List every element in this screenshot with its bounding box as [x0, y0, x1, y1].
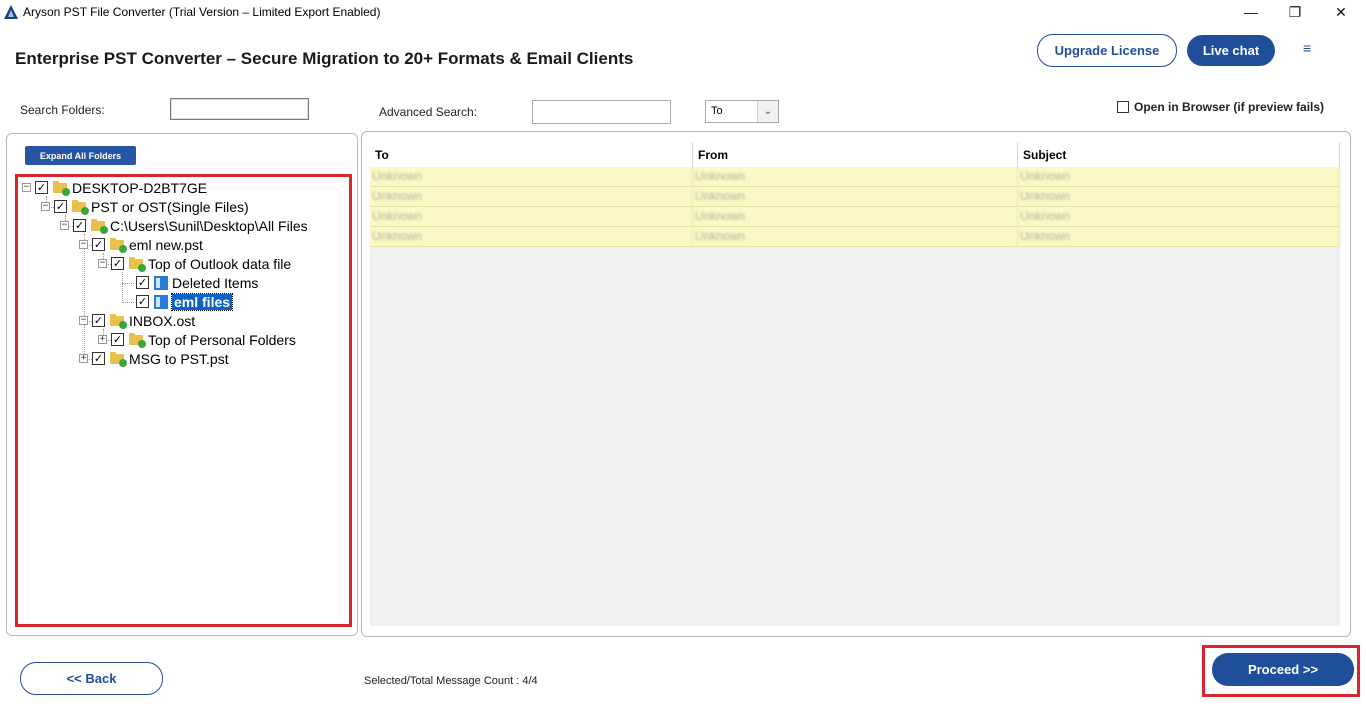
table-row[interactable]: Unknown Unknown Unknown [370, 167, 1340, 187]
menu-icon[interactable]: ≡ [1303, 40, 1311, 56]
cell-from: Unknown [693, 167, 1018, 186]
cell-subject: Unknown [1018, 167, 1340, 186]
window-title: Aryson PST File Converter (Trial Version… [23, 5, 381, 19]
tree-node[interactable]: − ✓ C:\Users\Sunil\Desktop\All Files [60, 216, 308, 235]
search-field-value: To [711, 105, 723, 117]
open-in-browser-label: Open in Browser (if preview fails) [1134, 100, 1325, 114]
collapse-icon[interactable]: − [60, 221, 69, 230]
grid-header: To From Subject [370, 142, 1340, 168]
tree-node-label: eml files [170, 292, 234, 311]
tree-node-label: INBOX.ost [129, 312, 196, 329]
cell-subject: Unknown [1018, 227, 1340, 246]
close-button[interactable]: ✕ [1318, 0, 1364, 24]
folder-icon [91, 219, 108, 234]
cell-to: Unknown [370, 167, 693, 186]
tree-node[interactable]: − ✓ PST or OST(Single Files) [41, 197, 249, 216]
tree-node-selected[interactable]: ✓ eml files [136, 292, 234, 311]
tree-node[interactable]: + ✓ Top of Personal Folders [98, 330, 296, 349]
checkbox-checked[interactable]: ✓ [111, 333, 124, 346]
page-title: Enterprise PST Converter – Secure Migrat… [15, 49, 634, 68]
search-field-select[interactable]: To ⌄ [705, 100, 779, 123]
expand-all-folders-button[interactable]: Expand All Folders [25, 146, 136, 165]
collapse-icon[interactable]: − [98, 259, 107, 268]
proceed-button[interactable]: Proceed >> [1212, 653, 1354, 686]
tree-node-label: Deleted Items [172, 274, 259, 291]
checkbox-checked[interactable]: ✓ [54, 200, 67, 213]
tree-node-label: PST or OST(Single Files) [91, 198, 249, 215]
open-in-browser-checkbox[interactable] [1117, 101, 1129, 113]
folder-icon [129, 333, 146, 348]
checkbox-checked[interactable]: ✓ [92, 352, 105, 365]
checkbox-checked[interactable]: ✓ [92, 238, 105, 251]
tree-node[interactable]: − ✓ DESKTOP-D2BT7GE [22, 178, 207, 197]
cell-to: Unknown [370, 227, 693, 246]
message-count-label: Selected/Total Message Count : 4/4 [364, 675, 538, 687]
collapse-icon[interactable]: − [79, 240, 88, 249]
folder-icon [129, 257, 146, 272]
tree-node[interactable]: − ✓ eml new.pst [79, 235, 203, 254]
back-button[interactable]: << Back [20, 662, 163, 695]
folder-icon [110, 238, 127, 253]
table-row[interactable]: Unknown Unknown Unknown [370, 227, 1340, 247]
collapse-icon[interactable]: − [41, 202, 50, 211]
column-header-subject[interactable]: Subject [1018, 142, 1340, 167]
tree-node[interactable]: ✓ Deleted Items [136, 273, 258, 292]
tree-node[interactable]: − ✓ Top of Outlook data file [98, 254, 291, 273]
tree-node-label: eml new.pst [129, 236, 203, 253]
collapse-icon[interactable]: − [22, 183, 31, 192]
upgrade-license-button[interactable]: Upgrade License [1037, 34, 1177, 67]
live-chat-button[interactable]: Live chat [1187, 35, 1275, 66]
cell-subject: Unknown [1018, 207, 1340, 226]
mail-folder-icon [154, 294, 168, 309]
column-header-from[interactable]: From [693, 142, 1018, 167]
cell-from: Unknown [693, 207, 1018, 226]
tree-node[interactable]: − ✓ INBOX.ost [79, 311, 195, 330]
checkbox-checked[interactable]: ✓ [92, 314, 105, 327]
cell-from: Unknown [693, 227, 1018, 246]
column-header-to[interactable]: To [370, 142, 693, 167]
restore-button[interactable]: ❐ [1272, 0, 1318, 24]
folder-icon [53, 181, 70, 196]
cell-subject: Unknown [1018, 187, 1340, 206]
tree-node-label: C:\Users\Sunil\Desktop\All Files [110, 217, 308, 234]
tree-node[interactable]: + ✓ MSG to PST.pst [79, 349, 229, 368]
collapse-icon[interactable]: − [79, 316, 88, 325]
folder-icon [72, 200, 89, 215]
expand-icon[interactable]: + [98, 335, 107, 344]
advanced-search-input[interactable] [532, 100, 671, 124]
advanced-search-label: Advanced Search: [379, 105, 478, 119]
tree-node-label: MSG to PST.pst [129, 350, 229, 367]
table-row[interactable]: Unknown Unknown Unknown [370, 187, 1340, 207]
checkbox-checked[interactable]: ✓ [35, 181, 48, 194]
cell-to: Unknown [370, 207, 693, 226]
checkbox-checked[interactable]: ✓ [136, 276, 149, 289]
folder-icon [110, 352, 127, 367]
checkbox-checked[interactable]: ✓ [73, 219, 86, 232]
app-logo-icon [4, 5, 18, 19]
mail-folder-icon [154, 275, 168, 290]
expand-icon[interactable]: + [79, 354, 88, 363]
checkbox-checked[interactable]: ✓ [111, 257, 124, 270]
cell-to: Unknown [370, 187, 693, 206]
search-folders-label: Search Folders: [20, 103, 105, 117]
minimize-button[interactable]: — [1228, 0, 1274, 24]
tree-node-label: DESKTOP-D2BT7GE [72, 179, 208, 196]
table-row[interactable]: Unknown Unknown Unknown [370, 207, 1340, 227]
folder-icon [110, 314, 127, 329]
chevron-down-icon: ⌄ [757, 101, 778, 122]
cell-from: Unknown [693, 187, 1018, 206]
checkbox-checked[interactable]: ✓ [136, 295, 149, 308]
search-folders-input[interactable] [170, 98, 309, 120]
tree-node-label: Top of Personal Folders [148, 331, 296, 348]
tree-node-label: Top of Outlook data file [148, 255, 292, 272]
